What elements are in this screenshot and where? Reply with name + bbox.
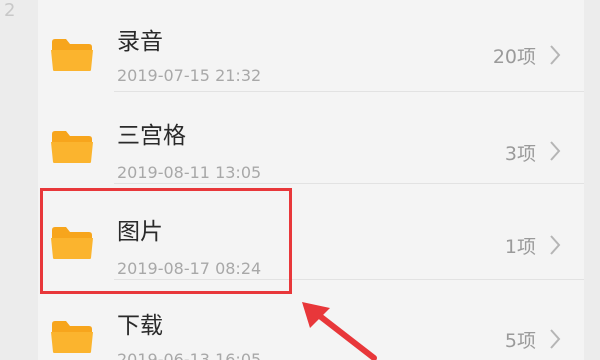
highlight-box — [40, 188, 292, 294]
chevron-right-icon — [550, 235, 561, 255]
folder-date: 2019-07-15 21:32 — [117, 66, 262, 85]
folder-icon — [51, 321, 93, 353]
corner-text: 2 — [4, 0, 16, 21]
folder-row-three-grid[interactable]: 三宫格 2019-08-11 13:05 3项 — [38, 92, 584, 184]
pointer-arrow-icon — [302, 302, 377, 360]
folder-name: 三宫格 — [117, 123, 186, 149]
chevron-right-icon — [550, 141, 561, 161]
chevron-right-icon — [550, 45, 561, 65]
folder-item-count: 3项 — [504, 143, 536, 165]
folder-item-count: 1项 — [504, 236, 536, 258]
row-divider — [114, 183, 584, 184]
folder-date: 2019-08-11 13:05 — [117, 163, 262, 182]
file-manager-screen: 2 录音 2019-07-15 21:32 20项 三宫格 2019-08-11… — [0, 0, 600, 360]
folder-name: 下载 — [117, 313, 163, 339]
folder-item-count: 20项 — [492, 46, 536, 68]
folder-date: 2019-06-13 16:05 — [117, 350, 262, 360]
folder-name: 录音 — [117, 29, 163, 55]
folder-item-count: 5项 — [504, 330, 536, 352]
chevron-right-icon — [550, 329, 561, 349]
folder-icon — [51, 39, 93, 71]
folder-icon — [51, 131, 93, 163]
folder-row-recordings[interactable]: 录音 2019-07-15 21:32 20项 — [38, 0, 584, 92]
